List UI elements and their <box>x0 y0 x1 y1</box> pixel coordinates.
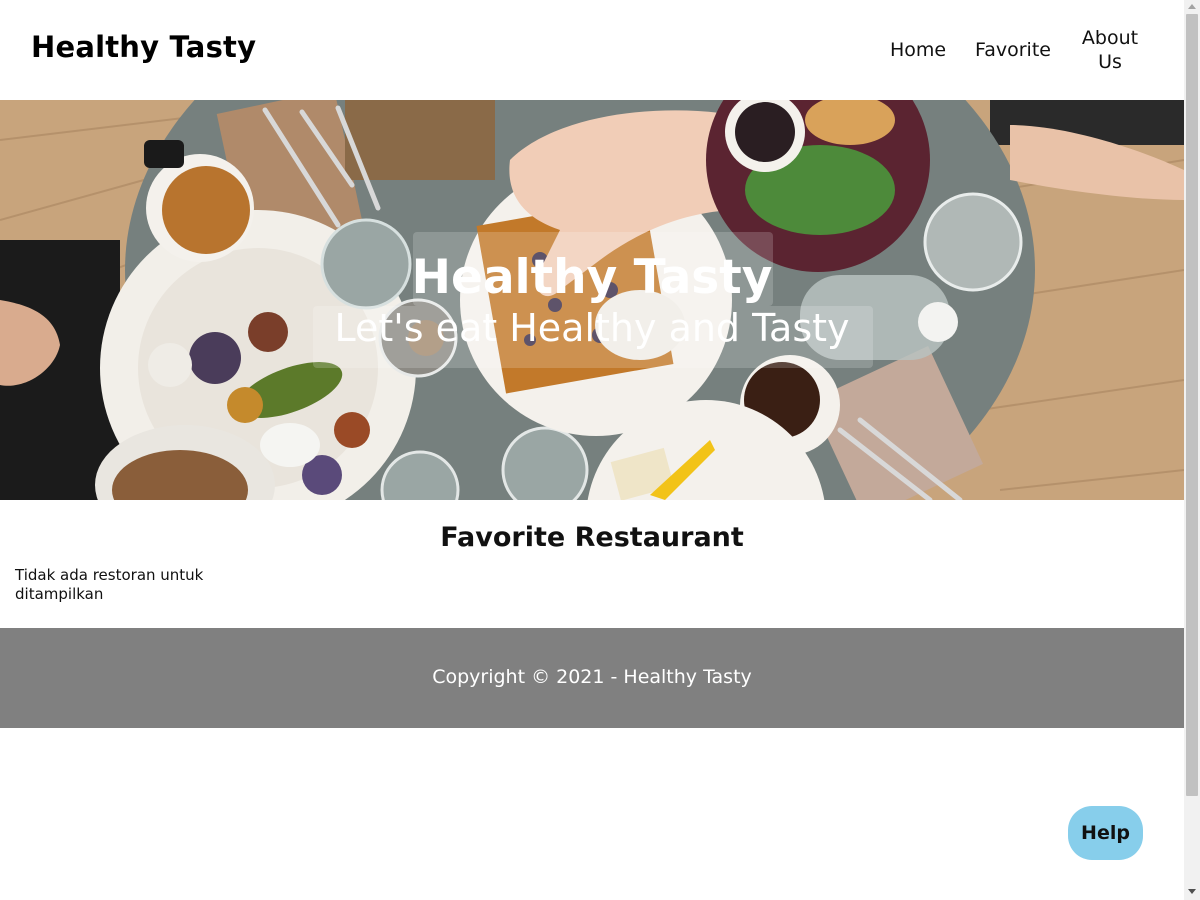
nav-about-line1: About <box>1081 27 1139 49</box>
app-bar: Healthy Tasty Home Favorite About Us <box>0 0 1184 100</box>
nav-favorite-link[interactable]: Favorite <box>973 38 1053 62</box>
hero-tagline: Let's eat Healthy and Tasty <box>334 306 850 350</box>
vertical-scrollbar[interactable] <box>1184 0 1200 900</box>
footer-copyright: Copyright © 2021 - Healthy Tasty <box>432 666 752 688</box>
nav-about-link[interactable]: About Us <box>1078 26 1142 74</box>
hero-title: Healthy Tasty <box>411 250 773 305</box>
scroll-up-arrow-icon[interactable] <box>1188 4 1196 9</box>
hero: Healthy Tasty Let's eat Healthy and Tast… <box>0 100 1184 500</box>
nav-home-link[interactable]: Home <box>887 38 949 62</box>
scrollbar-thumb[interactable] <box>1186 14 1198 796</box>
footer: Copyright © 2021 - Healthy Tasty <box>0 628 1184 728</box>
main-content: Favorite Restaurant Tidak ada restoran u… <box>0 500 1184 628</box>
empty-state-message: Tidak ada restoran untuk ditampilkan <box>15 566 204 603</box>
brand-link[interactable]: Healthy Tasty <box>31 30 256 64</box>
nav-about-line2: Us <box>1098 51 1122 73</box>
page: Healthy Tasty Home Favorite About Us Hea… <box>0 0 1184 900</box>
help-button[interactable]: Help <box>1068 806 1143 860</box>
section-title: Favorite Restaurant <box>440 522 744 553</box>
scroll-down-arrow-icon[interactable] <box>1188 889 1196 894</box>
